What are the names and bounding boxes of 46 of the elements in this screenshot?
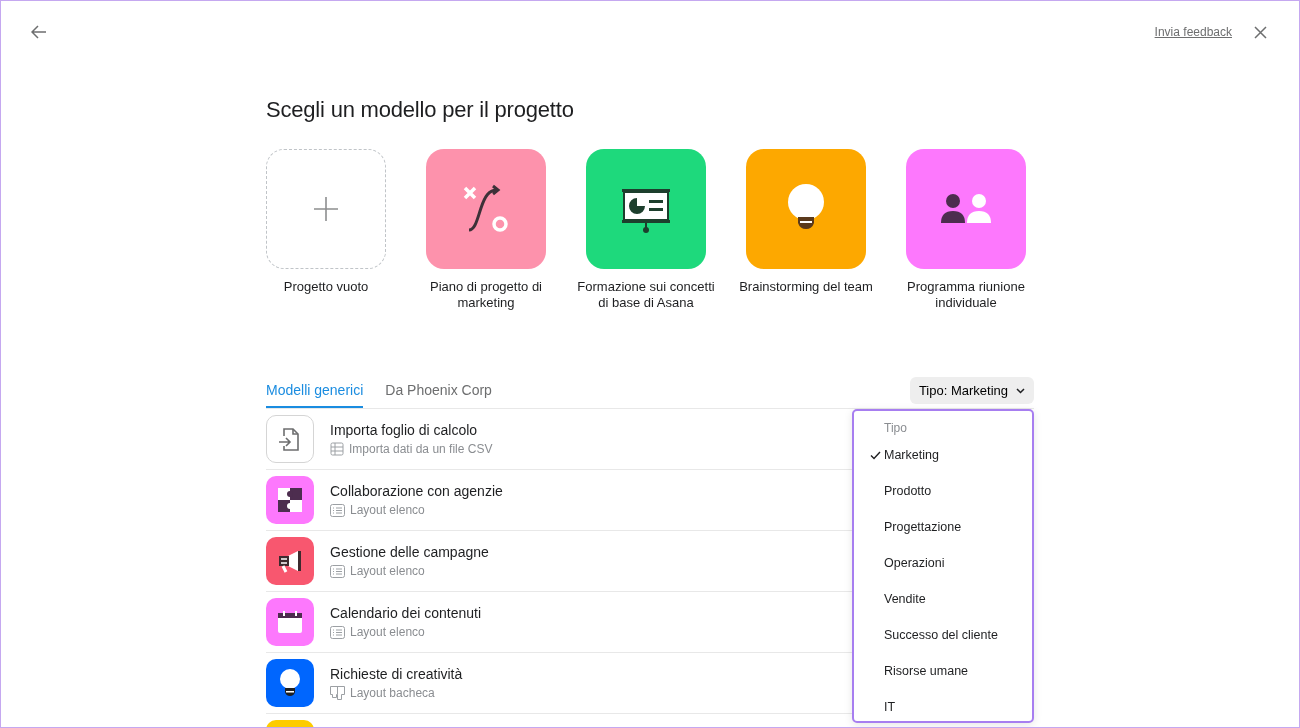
template-label: Piano di progetto di marketing <box>429 279 543 311</box>
template-tile[interactable] <box>746 149 866 269</box>
template-title[interactable]: Gestione delle campagne <box>330 544 489 560</box>
page-title: Scegli un modello per il progetto <box>266 97 575 123</box>
template-title[interactable]: Collaborazione con agenzie <box>330 483 503 499</box>
menu-option[interactable]: Progettazione <box>854 509 1032 545</box>
template-subtitle: Layout elenco <box>350 625 425 639</box>
tab[interactable]: Da Phoenix Corp <box>385 382 492 408</box>
menu-option[interactable]: Risorse umane <box>854 653 1032 689</box>
menu-option[interactable]: Operazioni <box>854 545 1032 581</box>
list-layout-icon <box>330 503 345 517</box>
menu-option[interactable]: Vendite <box>854 581 1032 617</box>
tab[interactable]: Modelli generici <box>266 382 364 408</box>
plus-icon <box>313 196 339 222</box>
template-subtitle: Importa dati da un file CSV <box>349 442 493 456</box>
path-route-icon <box>461 184 511 234</box>
import-file-icon <box>266 415 314 463</box>
template-label: Brainstorming del team <box>738 279 874 295</box>
menu-option[interactable]: IT <box>854 689 1032 725</box>
template-subtitle: Layout elenco <box>350 503 425 517</box>
template-tile[interactable] <box>426 149 546 269</box>
template-subtitle: Layout elenco <box>350 564 425 578</box>
template-title[interactable]: Richieste di creatività <box>330 666 463 682</box>
template-tile[interactable] <box>586 149 706 269</box>
close-icon[interactable] <box>1252 23 1269 41</box>
type-filter-button[interactable]: Tipo: Marketing <box>909 377 1034 404</box>
table-icon <box>330 442 344 456</box>
template-title[interactable]: Calendario dei contenuti <box>330 605 481 621</box>
feedback-link[interactable]: Invia feedback <box>1154 25 1232 39</box>
back-arrow-icon[interactable] <box>29 23 49 41</box>
menu-option[interactable]: Marketing <box>854 437 1032 473</box>
template-label: Programma riunione individuale <box>906 279 1026 311</box>
template-title[interactable]: Importa foglio di calcolo <box>330 422 493 438</box>
list-layout-icon <box>330 564 345 578</box>
template-label: Progetto vuoto <box>282 279 370 295</box>
list-layout-icon <box>330 625 345 639</box>
chevron-down-icon <box>1016 387 1025 394</box>
two-people-icon <box>940 193 992 225</box>
blank-project-tile[interactable] <box>266 149 386 269</box>
menu-heading: Tipo <box>883 421 908 435</box>
template-label: Formazione sui concetti di base di Asana <box>576 279 716 311</box>
menu-option[interactable]: Prodotto <box>854 473 1032 509</box>
menu-option[interactable]: Successo del cliente <box>854 617 1032 653</box>
template-tile[interactable] <box>906 149 1026 269</box>
board-layout-icon <box>330 686 345 700</box>
template-subtitle: Layout bacheca <box>350 686 435 700</box>
